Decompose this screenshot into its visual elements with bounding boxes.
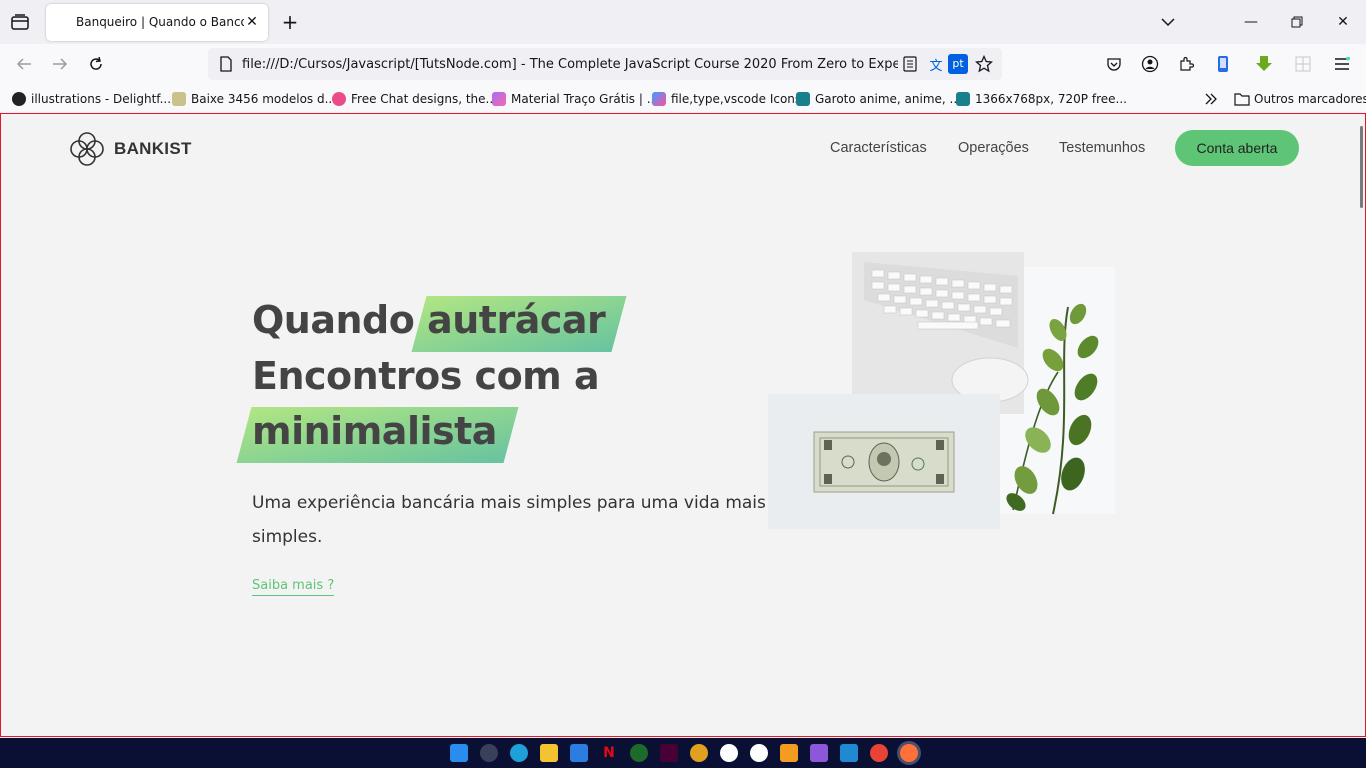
bookmark-label: Material Traço Grátis | ... <box>511 92 659 106</box>
bookmark-favicon-icon <box>956 92 970 106</box>
mongodb-icon[interactable] <box>720 744 738 762</box>
bookmark-label: 1366x768px, 720P free... <box>975 92 1127 106</box>
search-icon[interactable] <box>480 744 498 762</box>
visual-studio-icon[interactable] <box>810 744 828 762</box>
bookmark-favicon-icon <box>796 92 810 106</box>
account-icon[interactable] <box>1139 53 1161 75</box>
chrome-icon[interactable] <box>870 744 888 762</box>
headline-line-3: minimalista <box>236 407 519 463</box>
bookmark-favicon-icon <box>12 92 26 106</box>
bookmark-item[interactable]: Baixe 3456 modelos d... <box>172 90 336 108</box>
reload-icon[interactable] <box>84 52 108 76</box>
grid-extension-icon[interactable] <box>1292 53 1314 75</box>
bookmark-item[interactable]: illustrations - Delightf... <box>12 90 171 108</box>
bookmark-label: Free Chat designs, the... <box>351 92 497 106</box>
nav-link-testimonials[interactable]: Testemunhos <box>1059 140 1145 156</box>
learn-more-link[interactable]: Saiba mais ? <box>252 578 335 596</box>
bookmark-favicon-icon <box>172 92 186 106</box>
reader-view-icon[interactable] <box>900 54 920 74</box>
other-bookmarks[interactable]: Outros marcadores <box>1234 90 1366 108</box>
forward-icon[interactable] <box>48 52 72 76</box>
app-icon[interactable] <box>690 744 708 762</box>
address-bar[interactable]: file:///D:/Cursos/Javascript/[TutsNode.c… <box>208 48 1002 80</box>
open-account-button[interactable]: Conta aberta <box>1175 130 1299 166</box>
headline-highlight: autrácar <box>411 296 627 352</box>
highlight-text: autrácar <box>427 298 606 342</box>
netflix-icon[interactable]: N <box>600 744 618 762</box>
vscode-icon[interactable] <box>840 744 858 762</box>
bookmark-label: Baixe 3456 modelos d... <box>191 92 337 106</box>
chevron-down-icon[interactable] <box>1158 12 1178 32</box>
extensions-icon[interactable] <box>1175 53 1197 75</box>
navigation-toolbar: file:///D:/Cursos/Javascript/[TutsNode.c… <box>0 44 1366 84</box>
restore-icon[interactable] <box>1287 12 1307 32</box>
edge-icon[interactable] <box>510 744 528 762</box>
device-sync-icon[interactable] <box>1212 53 1234 75</box>
bookmarks-toolbar: illustrations - Delightf... Baixe 3456 m… <box>0 84 1366 112</box>
bookmarks-overflow-icon[interactable] <box>1204 90 1218 108</box>
tab-list-icon[interactable] <box>8 11 32 33</box>
url-text[interactable]: file:///D:/Cursos/Javascript/[TutsNode.c… <box>242 57 898 72</box>
pocket-icon[interactable] <box>1103 53 1125 75</box>
menu-icon[interactable] <box>1331 53 1353 75</box>
file-explorer-icon[interactable] <box>540 744 558 762</box>
bookmark-item[interactable]: Material Traço Grátis | ... <box>492 90 658 108</box>
bookmark-star-icon[interactable] <box>974 54 994 74</box>
tab-title: Banqueiro | Quando o Banco encontra o mi… <box>76 15 244 29</box>
github-icon[interactable] <box>750 744 768 762</box>
bookmark-label: illustrations - Delightf... <box>31 92 172 106</box>
sublime-text-icon[interactable] <box>780 744 798 762</box>
bookmark-favicon-icon <box>492 92 506 106</box>
close-window-icon[interactable]: ✕ <box>1333 12 1353 32</box>
hero-subtitle: Uma experiência bancária mais simples pa… <box>252 493 766 547</box>
active-tab[interactable]: Banqueiro | Quando o Banco encontra o mi… <box>46 4 268 41</box>
adobe-xd-icon[interactable] <box>660 744 678 762</box>
minimize-icon[interactable]: — <box>1241 12 1261 32</box>
bookmark-label: Garoto anime, anime, ... <box>815 92 961 106</box>
upwork-icon[interactable] <box>630 744 648 762</box>
bookmark-item[interactable]: 1366x768px, 720P free... <box>956 90 1127 108</box>
headline-highlight: minimalista <box>236 407 519 463</box>
nav-link-operations[interactable]: Operações <box>958 140 1029 156</box>
download-extension-icon[interactable] <box>1253 53 1275 75</box>
site-logo[interactable]: BANKIST <box>69 131 192 167</box>
headline-line-2: Encontros com a <box>252 354 600 398</box>
nav-link-features[interactable]: Características <box>830 140 927 156</box>
folder-icon <box>1234 93 1250 106</box>
bookmark-item[interactable]: Free Chat designs, the... <box>332 90 497 108</box>
store-icon[interactable] <box>570 744 588 762</box>
windows-taskbar: N <box>0 738 1366 768</box>
bookmark-item[interactable]: file,type,vscode Icons <box>652 90 801 108</box>
back-icon[interactable] <box>12 52 36 76</box>
tab-strip: Banqueiro | Quando o Banco encontra o mi… <box>0 0 1366 44</box>
hero-image <box>768 252 1115 529</box>
page-viewport: BANKIST Características Operações Testem… <box>0 113 1366 737</box>
new-tab-icon[interactable]: + <box>280 11 300 33</box>
bookmark-label: file,type,vscode Icons <box>671 92 802 106</box>
headline-line-1: Quando autrácar <box>252 296 627 352</box>
dollar-bill-illustration <box>813 431 955 493</box>
other-bookmarks-label: Outros marcadores <box>1254 92 1366 106</box>
page-icon[interactable] <box>216 54 236 74</box>
close-tab-icon[interactable]: ✕ <box>244 14 260 30</box>
translate-language-badge[interactable]: pt <box>948 54 968 74</box>
scrollbar[interactable] <box>1360 126 1363 208</box>
headline-text: Quando <box>252 298 428 342</box>
dribbble-icon <box>332 92 346 106</box>
windows-start-icon[interactable] <box>450 744 468 762</box>
bookmark-item[interactable]: Garoto anime, anime, ... <box>796 90 961 108</box>
firefox-icon[interactable] <box>900 744 918 762</box>
bookmark-favicon-icon <box>652 92 666 106</box>
logo-icon <box>70 132 104 166</box>
logo-text: BANKIST <box>114 139 192 158</box>
translate-icon[interactable]: 文 <box>926 54 946 74</box>
highlight-text: minimalista <box>252 409 497 453</box>
